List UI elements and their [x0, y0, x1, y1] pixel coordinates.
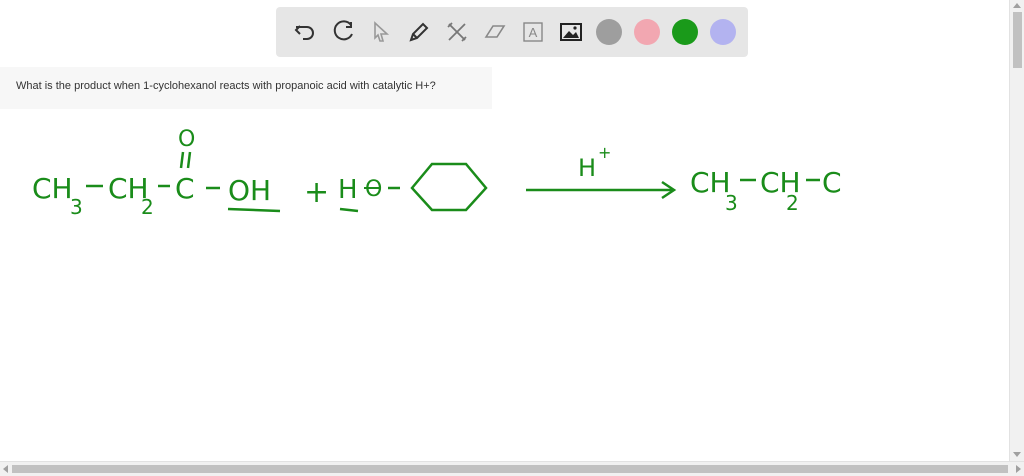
- product-partial: CH 3 CH 2 C: [690, 166, 842, 215]
- vertical-scroll-thumb[interactable]: [1013, 12, 1022, 68]
- color-swatch-gray[interactable]: [596, 19, 622, 45]
- product-carbon: C: [822, 166, 842, 199]
- hydroxyl-oh: OH: [228, 174, 271, 207]
- color-swatch-pink[interactable]: [634, 19, 660, 45]
- product-ch3-subscript: 3: [725, 191, 738, 215]
- scroll-right-arrow-icon[interactable]: [1016, 465, 1021, 473]
- pen-icon: [409, 22, 429, 42]
- redo-icon: [333, 20, 353, 41]
- h-underline: [339, 207, 359, 213]
- reactant-cyclohexanol: H O: [338, 162, 488, 213]
- question-text: What is the product when 1-cyclohexanol …: [0, 67, 492, 109]
- image-button[interactable]: [552, 13, 590, 51]
- cyclohexane-ring: [410, 162, 488, 212]
- horizontal-scrollbar[interactable]: [0, 461, 1024, 476]
- catalyst-label: H: [578, 154, 596, 182]
- eraser-button[interactable]: [476, 13, 514, 51]
- double-bond-a: [179, 151, 185, 169]
- undo-button[interactable]: [286, 13, 324, 51]
- oxygen-label: O: [365, 177, 382, 202]
- text-icon: A: [523, 22, 543, 42]
- ch3-subscript: 3: [70, 195, 83, 219]
- vertical-scrollbar[interactable]: [1009, 0, 1024, 462]
- scroll-left-arrow-icon[interactable]: [3, 465, 8, 473]
- catalyst-charge: +: [598, 143, 611, 162]
- reaction-arrow: H +: [526, 143, 677, 200]
- color-swatch-green[interactable]: [672, 19, 698, 45]
- double-bond-b: [186, 151, 192, 169]
- reactant-propanoic-acid: CH 3 CH 2 C O OH: [32, 127, 281, 219]
- select-cursor-icon: [374, 21, 390, 42]
- hydrogen-label: H: [338, 175, 358, 205]
- horizontal-scroll-thumb[interactable]: [12, 465, 1008, 473]
- carbonyl-oxygen: O: [178, 127, 195, 152]
- image-icon: [560, 23, 582, 41]
- select-button[interactable]: [362, 13, 400, 51]
- ch2-subscript: 2: [141, 195, 154, 219]
- ch3-label: CH: [32, 172, 73, 205]
- eraser-icon: [484, 25, 506, 38]
- plus-sign: +: [304, 175, 329, 210]
- tools-button[interactable]: [438, 13, 476, 51]
- scroll-up-arrow-icon[interactable]: [1013, 3, 1021, 8]
- scroll-down-arrow-icon[interactable]: [1013, 452, 1021, 457]
- whiteboard-canvas[interactable]: CH 3 CH 2 C O OH + H O H + CH 3 CH 2 C: [0, 110, 1010, 462]
- drawing-toolbar: A: [276, 7, 748, 57]
- carbonyl-carbon: C: [175, 172, 195, 205]
- pen-button[interactable]: [400, 13, 438, 51]
- undo-icon: [294, 25, 314, 40]
- product-ch2-subscript: 2: [786, 191, 799, 215]
- color-swatch-lavender[interactable]: [710, 19, 736, 45]
- redo-button[interactable]: [324, 13, 362, 51]
- tools-icon: [447, 22, 467, 42]
- svg-text:A: A: [529, 25, 538, 40]
- oh-underline: [227, 207, 281, 213]
- text-button[interactable]: A: [514, 13, 552, 51]
